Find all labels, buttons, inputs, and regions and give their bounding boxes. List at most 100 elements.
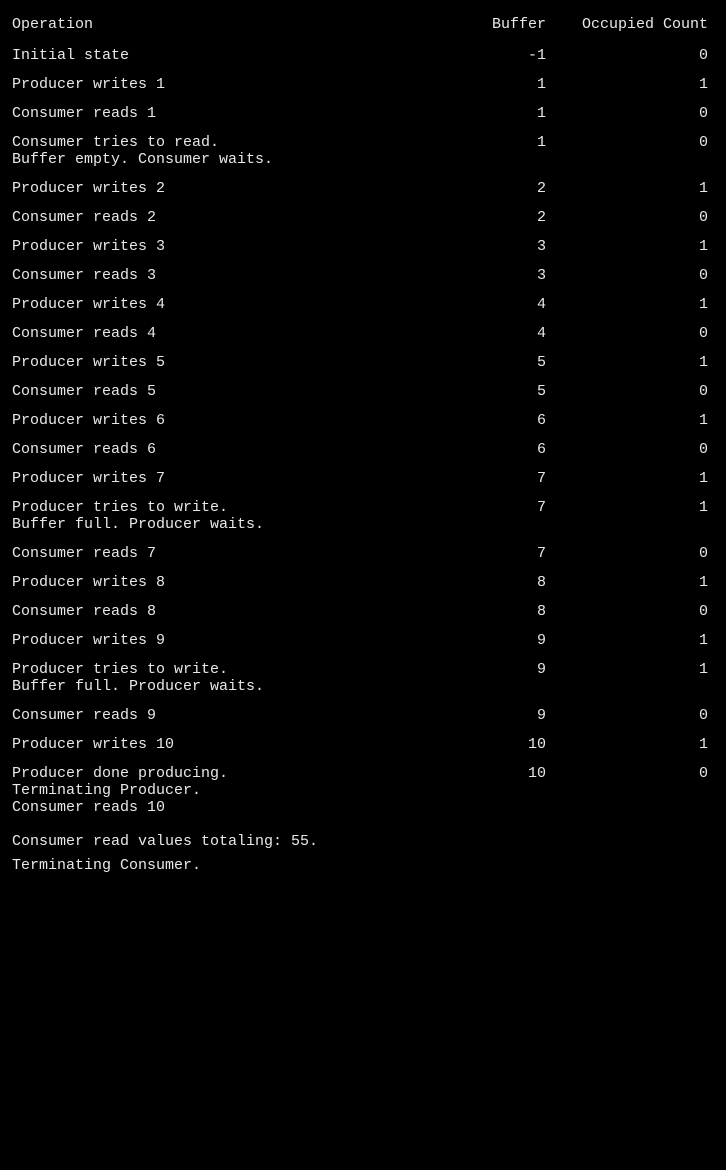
header-buffer: Buffer (434, 10, 576, 41)
table-row: Consumer reads 770 (8, 539, 718, 568)
table-row: Producer writes 331 (8, 232, 718, 261)
cell-operation: Consumer reads 1 (8, 99, 434, 128)
cell-operation: Producer tries to write.Buffer full. Pro… (8, 655, 434, 701)
table-row: Consumer reads 220 (8, 203, 718, 232)
table-row: Consumer reads 440 (8, 319, 718, 348)
cell-operation: Consumer reads 3 (8, 261, 434, 290)
cell-buffer: 7 (434, 464, 576, 493)
table-row: Consumer reads 330 (8, 261, 718, 290)
cell-buffer: 9 (434, 626, 576, 655)
cell-occupied: 1 (576, 232, 718, 261)
cell-operation: Consumer reads 6 (8, 435, 434, 464)
table-row: Producer writes 881 (8, 568, 718, 597)
cell-occupied: 1 (576, 493, 718, 539)
cell-buffer: 1 (434, 99, 576, 128)
cell-buffer: 10 (434, 730, 576, 759)
cell-buffer: 3 (434, 261, 576, 290)
cell-operation: Producer writes 3 (8, 232, 434, 261)
table-row: Producer writes 551 (8, 348, 718, 377)
cell-buffer: 1 (434, 128, 576, 174)
table-row: Producer writes 661 (8, 406, 718, 435)
cell-buffer: 9 (434, 701, 576, 730)
cell-buffer: 4 (434, 290, 576, 319)
cell-occupied: 0 (576, 377, 718, 406)
cell-buffer: 1 (434, 70, 576, 99)
cell-occupied: 0 (576, 128, 718, 174)
cell-buffer: 2 (434, 174, 576, 203)
cell-occupied: 0 (576, 597, 718, 626)
cell-buffer: 8 (434, 568, 576, 597)
cell-buffer: 5 (434, 348, 576, 377)
cell-operation: Producer writes 5 (8, 348, 434, 377)
table-row: Producer writes 10101 (8, 730, 718, 759)
table-row: Consumer reads 990 (8, 701, 718, 730)
cell-occupied: 0 (576, 319, 718, 348)
cell-buffer: 2 (434, 203, 576, 232)
cell-buffer: 9 (434, 655, 576, 701)
cell-buffer: 10 (434, 759, 576, 822)
cell-buffer: 4 (434, 319, 576, 348)
cell-operation: Producer writes 2 (8, 174, 434, 203)
table-row: Producer writes 111 (8, 70, 718, 99)
cell-occupied: 0 (576, 539, 718, 568)
table-row: Initial state-10 (8, 41, 718, 70)
header-operation: Operation (8, 10, 434, 41)
cell-occupied: 1 (576, 174, 718, 203)
cell-buffer: 8 (434, 597, 576, 626)
cell-operation: Consumer reads 7 (8, 539, 434, 568)
cell-occupied: 1 (576, 626, 718, 655)
main-table: Operation Buffer Occupied Count Initial … (8, 10, 718, 822)
table-row: Consumer reads 550 (8, 377, 718, 406)
cell-occupied: 1 (576, 568, 718, 597)
cell-operation: Consumer reads 9 (8, 701, 434, 730)
cell-operation: Producer writes 10 (8, 730, 434, 759)
table-row: Producer tries to write.Buffer full. Pro… (8, 493, 718, 539)
cell-operation: Producer writes 4 (8, 290, 434, 319)
cell-operation: Producer writes 8 (8, 568, 434, 597)
cell-operation: Producer writes 9 (8, 626, 434, 655)
footer-text: Consumer read values totaling: 55.Termin… (8, 822, 718, 886)
table-row: Producer writes 991 (8, 626, 718, 655)
cell-occupied: 1 (576, 730, 718, 759)
cell-buffer: 6 (434, 435, 576, 464)
table-row: Consumer tries to read.Buffer empty. Con… (8, 128, 718, 174)
table-row: Producer writes 771 (8, 464, 718, 493)
cell-buffer: -1 (434, 41, 576, 70)
table-row: Consumer reads 110 (8, 99, 718, 128)
table-row: Consumer reads 880 (8, 597, 718, 626)
table-row: Producer done producing.Terminating Prod… (8, 759, 718, 822)
cell-operation: Producer writes 7 (8, 464, 434, 493)
header-occupied: Occupied Count (576, 10, 718, 41)
cell-operation: Producer done producing.Terminating Prod… (8, 759, 434, 822)
cell-occupied: 0 (576, 435, 718, 464)
cell-occupied: 0 (576, 99, 718, 128)
cell-operation: Initial state (8, 41, 434, 70)
cell-occupied: 1 (576, 290, 718, 319)
cell-occupied: 1 (576, 348, 718, 377)
cell-buffer: 5 (434, 377, 576, 406)
cell-occupied: 0 (576, 759, 718, 822)
cell-operation: Consumer reads 4 (8, 319, 434, 348)
table-row: Consumer reads 660 (8, 435, 718, 464)
cell-operation: Consumer tries to read.Buffer empty. Con… (8, 128, 434, 174)
cell-occupied: 1 (576, 464, 718, 493)
cell-operation: Consumer reads 5 (8, 377, 434, 406)
table-row: Producer writes 441 (8, 290, 718, 319)
cell-occupied: 0 (576, 41, 718, 70)
cell-buffer: 7 (434, 539, 576, 568)
table-row: Producer writes 221 (8, 174, 718, 203)
cell-buffer: 3 (434, 232, 576, 261)
cell-occupied: 0 (576, 261, 718, 290)
cell-operation: Producer tries to write.Buffer full. Pro… (8, 493, 434, 539)
cell-operation: Producer writes 6 (8, 406, 434, 435)
cell-occupied: 0 (576, 203, 718, 232)
table-row: Producer tries to write.Buffer full. Pro… (8, 655, 718, 701)
cell-occupied: 1 (576, 70, 718, 99)
cell-buffer: 6 (434, 406, 576, 435)
cell-operation: Consumer reads 8 (8, 597, 434, 626)
cell-occupied: 0 (576, 701, 718, 730)
cell-buffer: 7 (434, 493, 576, 539)
cell-occupied: 1 (576, 406, 718, 435)
cell-operation: Consumer reads 2 (8, 203, 434, 232)
cell-occupied: 1 (576, 655, 718, 701)
